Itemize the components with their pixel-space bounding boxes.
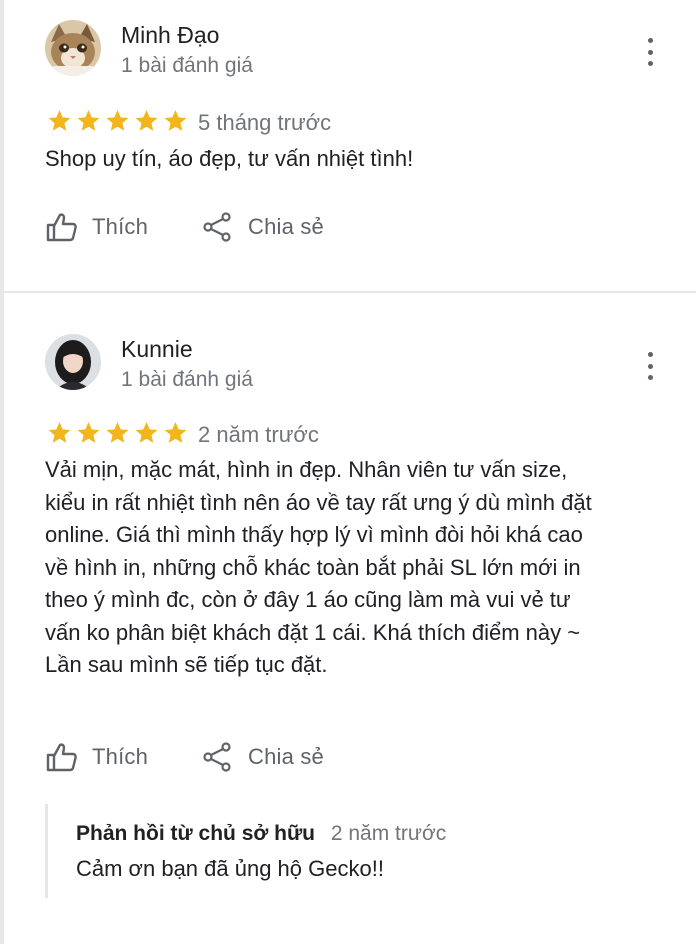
like-button[interactable]: Thích bbox=[46, 742, 148, 772]
review-card: Minh Đạo 1 bài đánh giá 5 tháng trước Sh… bbox=[0, 0, 696, 292]
review-card: Kunnie 1 bài đánh giá 2 năm trước Vải mị… bbox=[0, 294, 696, 944]
star-icon bbox=[77, 110, 100, 131]
share-label: Chia sẻ bbox=[248, 214, 324, 239]
avatar[interactable] bbox=[45, 20, 101, 76]
share-icon bbox=[203, 742, 231, 772]
more-options-icon[interactable] bbox=[640, 352, 660, 380]
star-rating bbox=[46, 420, 189, 446]
review-count[interactable]: 1 bài đánh giá bbox=[121, 368, 253, 392]
share-icon bbox=[203, 212, 231, 242]
star-icon bbox=[48, 110, 71, 131]
star-icon bbox=[135, 422, 158, 443]
star-icon bbox=[164, 422, 187, 443]
avatar[interactable] bbox=[45, 334, 101, 390]
like-label: Thích bbox=[92, 744, 149, 769]
star-icon bbox=[106, 422, 129, 443]
cat-avatar-icon bbox=[45, 20, 101, 76]
review-count[interactable]: 1 bài đánh giá bbox=[121, 54, 253, 78]
review-text: Vải mịn, mặc mát, hình in đẹp. Nhân viên… bbox=[45, 457, 592, 677]
review-divider bbox=[0, 291, 696, 293]
star-icon bbox=[48, 422, 71, 443]
star-icon bbox=[164, 110, 187, 131]
author-name[interactable]: Minh Đạo bbox=[121, 22, 219, 49]
thumbs-up-icon bbox=[46, 743, 77, 772]
star-icon bbox=[106, 110, 129, 131]
owner-reply: Phản hồi từ chủ sở hữu 2 năm trước Cảm ơ… bbox=[45, 804, 668, 898]
star-icon bbox=[135, 110, 158, 131]
share-button[interactable]: Chia sẻ bbox=[202, 742, 324, 772]
owner-reply-text: Cảm ơn bạn đã ủng hộ Gecko!! bbox=[76, 856, 384, 881]
more-options-icon[interactable] bbox=[640, 38, 660, 66]
star-icon bbox=[77, 422, 100, 443]
star-rating bbox=[46, 108, 189, 134]
owner-reply-time: 2 năm trước bbox=[330, 822, 447, 845]
thumbs-up-icon bbox=[46, 213, 77, 242]
like-label: Thích bbox=[92, 214, 149, 239]
author-name[interactable]: Kunnie bbox=[121, 336, 193, 363]
girl-avatar-icon bbox=[45, 334, 101, 390]
share-button[interactable]: Chia sẻ bbox=[202, 212, 324, 242]
share-label: Chia sẻ bbox=[248, 744, 324, 769]
review-text: Shop uy tín, áo đẹp, tư vấn nhiệt tình! bbox=[45, 146, 414, 171]
owner-reply-header: Phản hồi từ chủ sở hữu 2 năm trước bbox=[76, 822, 446, 846]
owner-reply-label: Phản hồi từ chủ sở hữu bbox=[76, 822, 316, 845]
review-time: 5 tháng trước bbox=[198, 110, 332, 135]
like-button[interactable]: Thích bbox=[46, 212, 148, 242]
review-time: 2 năm trước bbox=[198, 422, 319, 447]
